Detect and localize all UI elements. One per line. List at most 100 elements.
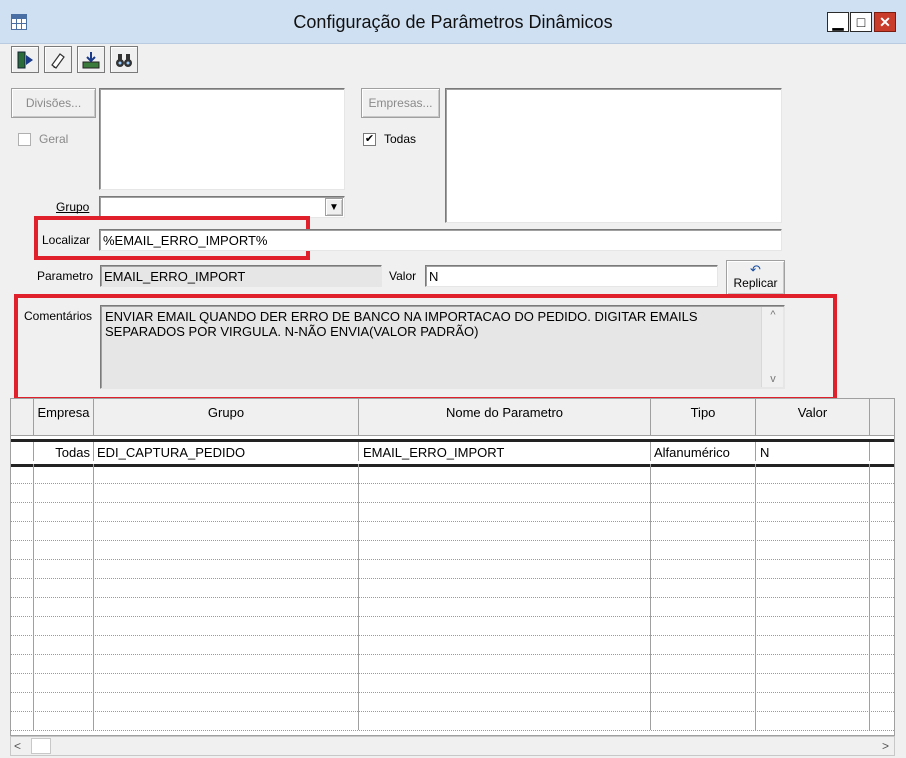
grid-cell-empty[interactable] xyxy=(359,635,651,654)
table-row-empty[interactable] xyxy=(11,540,894,560)
column-header-empresa[interactable]: Empresa xyxy=(34,399,94,436)
grid-cell-empty[interactable] xyxy=(756,597,870,616)
grid-cell-empty[interactable] xyxy=(756,559,870,578)
minimize-button[interactable]: ▁ xyxy=(827,12,849,32)
grid-cell-empty[interactable] xyxy=(651,616,756,635)
table-row[interactable]: Todas EDI_CAPTURA_PEDIDO EMAIL_ERRO_IMPO… xyxy=(11,439,894,467)
table-row-empty[interactable] xyxy=(11,578,894,598)
grid-cell-empty[interactable] xyxy=(756,540,870,559)
empresas-list[interactable] xyxy=(445,88,782,223)
table-row-empty[interactable] xyxy=(11,635,894,655)
grid-cell-empty[interactable] xyxy=(651,540,756,559)
grid-cell-empty[interactable] xyxy=(359,692,651,711)
grid-cell-empty[interactable] xyxy=(756,673,870,692)
grid-cell-empty[interactable] xyxy=(11,464,34,483)
clear-button[interactable] xyxy=(44,46,72,73)
grid-cell-empty[interactable] xyxy=(94,692,359,711)
grid-cell-empty[interactable] xyxy=(359,464,651,483)
grid-cell-empty[interactable] xyxy=(359,597,651,616)
table-row-empty[interactable] xyxy=(11,464,894,484)
table-row-empty[interactable] xyxy=(11,597,894,617)
table-row-empty[interactable] xyxy=(11,521,894,541)
column-header-nome[interactable]: Nome do Parametro xyxy=(359,399,651,436)
grid-cell-empty[interactable] xyxy=(870,502,894,521)
grid-cell-empty[interactable] xyxy=(870,692,894,711)
parameters-grid[interactable]: Empresa Grupo Nome do Parametro Tipo Val… xyxy=(10,398,895,736)
table-row-empty[interactable] xyxy=(11,692,894,712)
grid-cell-empty[interactable] xyxy=(34,654,94,673)
grid-cell-empty[interactable] xyxy=(34,483,94,502)
grid-cell-empty[interactable] xyxy=(756,578,870,597)
todas-checkbox[interactable]: ✔ xyxy=(363,133,376,146)
grid-cell-empty[interactable] xyxy=(34,635,94,654)
grid-cell-empty[interactable] xyxy=(94,464,359,483)
grid-cell-empty[interactable] xyxy=(756,616,870,635)
grid-cell-empty[interactable] xyxy=(870,559,894,578)
grid-cell-empty[interactable] xyxy=(359,502,651,521)
grid-cell-empty[interactable] xyxy=(34,711,94,730)
scroll-up-icon[interactable]: ^ xyxy=(762,309,784,321)
grid-cell-empty[interactable] xyxy=(34,464,94,483)
grid-cell-empty[interactable] xyxy=(651,464,756,483)
grid-cell-empty[interactable] xyxy=(651,654,756,673)
localizar-input[interactable]: %EMAIL_ERRO_IMPORT% xyxy=(99,229,782,251)
close-button[interactable]: ✕ xyxy=(874,12,896,32)
column-header-tipo[interactable]: Tipo xyxy=(651,399,756,436)
grid-cell-empty[interactable] xyxy=(756,692,870,711)
grid-cell-empty[interactable] xyxy=(756,521,870,540)
table-row-empty[interactable] xyxy=(11,673,894,693)
grid-cell-empty[interactable] xyxy=(756,711,870,730)
grid-cell-empty[interactable] xyxy=(756,654,870,673)
grid-cell-empty[interactable] xyxy=(359,654,651,673)
horizontal-scrollbar[interactable]: < > xyxy=(10,736,895,756)
grid-cell-empty[interactable] xyxy=(94,483,359,502)
grid-cell-empty[interactable] xyxy=(94,502,359,521)
grid-cell-empty[interactable] xyxy=(651,483,756,502)
grid-cell-empty[interactable] xyxy=(651,578,756,597)
grid-cell-empty[interactable] xyxy=(756,483,870,502)
table-row-empty[interactable] xyxy=(11,711,894,731)
divisoes-list[interactable] xyxy=(99,88,345,190)
cell-nome[interactable]: EMAIL_ERRO_IMPORT xyxy=(359,442,651,461)
grid-cell-empty[interactable] xyxy=(651,711,756,730)
cell-valor[interactable]: N xyxy=(756,442,870,461)
grid-cell-empty[interactable] xyxy=(651,502,756,521)
grid-cell-empty[interactable] xyxy=(359,673,651,692)
grid-cell-empty[interactable] xyxy=(94,711,359,730)
grid-cell-empty[interactable] xyxy=(756,635,870,654)
grid-cell-empty[interactable] xyxy=(359,483,651,502)
grid-cell-empty[interactable] xyxy=(11,654,34,673)
divisoes-button[interactable]: Divisões... xyxy=(11,88,96,118)
cell-tipo[interactable]: Alfanumérico xyxy=(651,442,756,461)
grid-cell-empty[interactable] xyxy=(870,597,894,616)
grid-cell-empty[interactable] xyxy=(94,559,359,578)
cell-empresa[interactable]: Todas xyxy=(34,442,94,461)
grid-cell-empty[interactable] xyxy=(11,559,34,578)
grid-cell-empty[interactable] xyxy=(756,464,870,483)
comentarios-scrollbar[interactable]: ^ v xyxy=(761,307,783,387)
column-header-valor[interactable]: Valor xyxy=(756,399,870,436)
grid-cell-empty[interactable] xyxy=(34,597,94,616)
scroll-right-icon[interactable]: > xyxy=(882,739,889,753)
grid-cell-empty[interactable] xyxy=(94,521,359,540)
grid-cell-empty[interactable] xyxy=(94,597,359,616)
grid-cell-empty[interactable] xyxy=(359,559,651,578)
save-button[interactable] xyxy=(77,46,105,73)
grid-cell-empty[interactable] xyxy=(870,711,894,730)
grid-cell-empty[interactable] xyxy=(11,502,34,521)
column-header-grupo[interactable]: Grupo xyxy=(94,399,359,436)
grid-cell-empty[interactable] xyxy=(11,521,34,540)
grid-cell-empty[interactable] xyxy=(94,635,359,654)
grid-cell-empty[interactable] xyxy=(11,711,34,730)
grid-cell-empty[interactable] xyxy=(34,559,94,578)
table-row-empty[interactable] xyxy=(11,483,894,503)
grid-cell-empty[interactable] xyxy=(870,673,894,692)
grid-cell-empty[interactable] xyxy=(651,692,756,711)
grid-cell-empty[interactable] xyxy=(94,540,359,559)
replicar-button[interactable]: ↶ Replicar xyxy=(726,260,785,295)
grid-cell-empty[interactable] xyxy=(870,616,894,635)
exit-button[interactable] xyxy=(11,46,39,73)
maximize-button[interactable]: □ xyxy=(850,12,872,32)
grid-cell-empty[interactable] xyxy=(11,578,34,597)
grid-cell-empty[interactable] xyxy=(870,635,894,654)
